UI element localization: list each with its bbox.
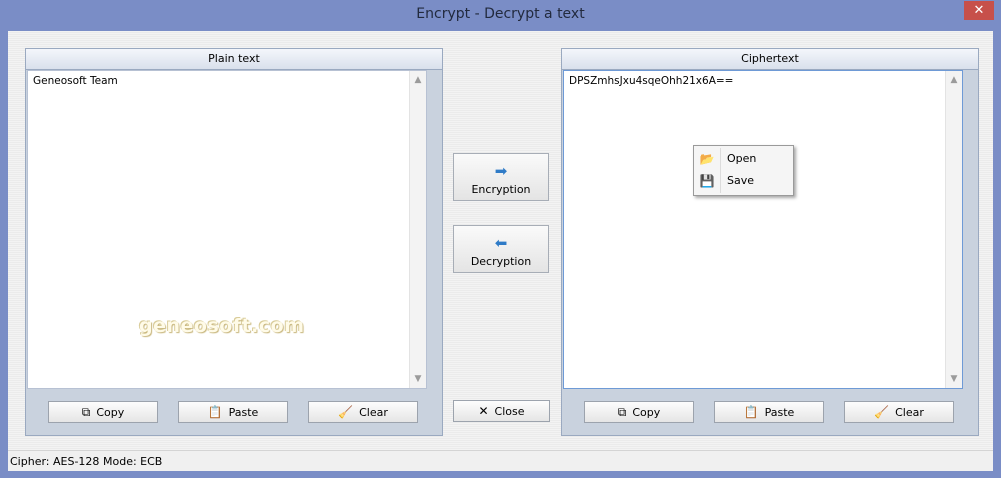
paste-icon: 📋 xyxy=(743,405,759,419)
app-window: Encrypt - Decrypt a text ✕ Plain text Ge… xyxy=(0,0,1001,478)
plain-text-scrollbar[interactable]: ▲ ▼ xyxy=(409,71,426,388)
ciphertext-header: Ciphertext xyxy=(562,49,978,70)
plain-copy-label: Copy xyxy=(96,405,125,419)
cipher-paste-button[interactable]: 📋 Paste xyxy=(714,401,824,423)
scroll-down-icon[interactable]: ▼ xyxy=(949,374,959,384)
ciphertext-panel: Ciphertext DPSZmhsJxu4sqeOhh21x6A== ▲ ▼ … xyxy=(561,48,979,436)
close-button[interactable]: ✕ Close xyxy=(453,400,550,422)
paste-icon: 📋 xyxy=(207,405,223,419)
window-title: Encrypt - Decrypt a text xyxy=(416,6,585,22)
plain-clear-button[interactable]: 🧹 Clear xyxy=(308,401,418,423)
plain-paste-button[interactable]: 📋 Paste xyxy=(178,401,288,423)
plain-text-panel: Plain text Geneosoft Team ▲ ▼ ⧉ Copy 📋 P… xyxy=(25,48,443,436)
scroll-up-icon[interactable]: ▲ xyxy=(949,75,959,85)
menu-item-open-label: Open xyxy=(727,152,757,165)
cipher-copy-label: Copy xyxy=(632,405,661,419)
cipher-status: Cipher: AES-128 xyxy=(10,455,100,468)
context-menu: 📂 Open 💾 Save xyxy=(693,145,794,196)
window-close-button[interactable]: ✕ xyxy=(964,1,994,20)
folder-open-icon: 📂 xyxy=(699,152,715,166)
x-icon: ✕ xyxy=(478,404,489,418)
mode-status: Mode: ECB xyxy=(103,455,163,468)
status-bar: Cipher: AES-128 Mode: ECB xyxy=(8,450,993,471)
plain-copy-button[interactable]: ⧉ Copy xyxy=(48,401,158,423)
cipher-copy-button[interactable]: ⧉ Copy xyxy=(584,401,694,423)
copy-icon: ⧉ xyxy=(617,405,627,419)
cipher-clear-label: Clear xyxy=(895,405,924,419)
scroll-up-icon[interactable]: ▲ xyxy=(413,75,423,85)
scroll-down-icon[interactable]: ▼ xyxy=(413,374,423,384)
close-label: Close xyxy=(494,404,525,418)
menu-item-open[interactable]: 📂 Open xyxy=(694,148,793,170)
plain-text-header: Plain text xyxy=(26,49,442,70)
encryption-button[interactable]: ➡ Encryption xyxy=(453,153,549,201)
plain-text-content: Geneosoft Team xyxy=(33,75,118,87)
menu-item-save[interactable]: 💾 Save xyxy=(694,170,793,192)
arrow-left-icon: ⬅ xyxy=(494,234,508,252)
ciphertext-input[interactable]: DPSZmhsJxu4sqeOhh21x6A== ▲ ▼ xyxy=(563,70,963,389)
cipher-paste-label: Paste xyxy=(764,405,795,419)
cipher-clear-button[interactable]: 🧹 Clear xyxy=(844,401,954,423)
watermark-text: geneosoft.com xyxy=(139,315,305,337)
title-bar: Encrypt - Decrypt a text ✕ xyxy=(0,0,1001,31)
ciphertext-scrollbar[interactable]: ▲ ▼ xyxy=(945,71,962,388)
plain-clear-label: Clear xyxy=(359,405,388,419)
plain-text-input[interactable]: Geneosoft Team ▲ ▼ xyxy=(27,70,427,389)
broom-icon: 🧹 xyxy=(874,405,890,419)
client-area: Plain text Geneosoft Team ▲ ▼ ⧉ Copy 📋 P… xyxy=(8,31,993,471)
arrow-right-icon: ➡ xyxy=(494,162,508,180)
encryption-label: Encryption xyxy=(471,183,531,196)
menu-item-save-label: Save xyxy=(727,174,755,187)
decryption-button[interactable]: ⬅ Decryption xyxy=(453,225,549,273)
copy-icon: ⧉ xyxy=(81,405,91,419)
broom-icon: 🧹 xyxy=(338,405,354,419)
decryption-label: Decryption xyxy=(470,255,532,268)
floppy-disk-icon: 💾 xyxy=(699,174,715,188)
plain-paste-label: Paste xyxy=(228,405,259,419)
ciphertext-content: DPSZmhsJxu4sqeOhh21x6A== xyxy=(569,75,734,87)
